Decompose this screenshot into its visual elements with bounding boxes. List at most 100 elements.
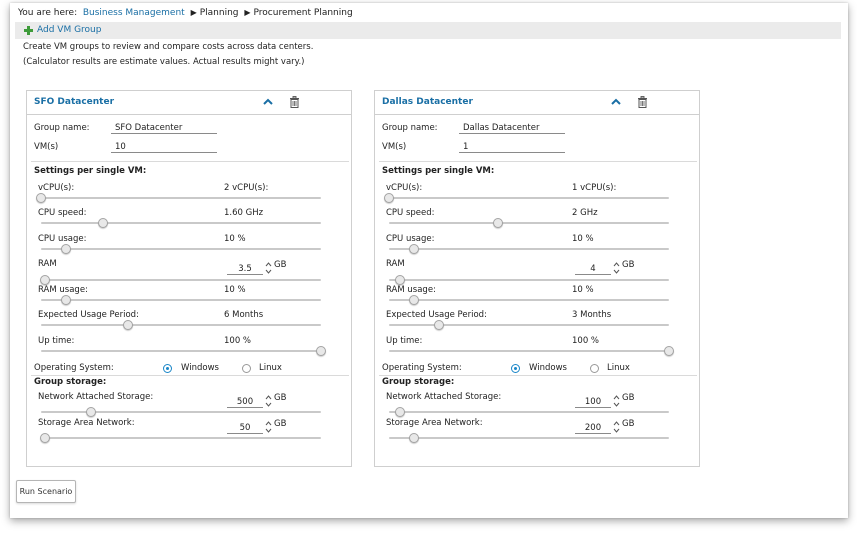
breadcrumb-item-planning[interactable]: Planning <box>200 8 239 18</box>
slider-thumb[interactable] <box>40 275 51 285</box>
up-time-label: Up time: <box>386 336 423 346</box>
slider-thumb[interactable] <box>36 193 46 203</box>
slider-thumb[interactable] <box>61 295 72 305</box>
breadcrumb-prefix: You are here: <box>18 8 78 18</box>
slider-thumb[interactable] <box>395 407 406 417</box>
breadcrumb: You are here: Business Management ▶ Plann… <box>18 8 353 18</box>
san-slider[interactable] <box>389 433 669 443</box>
vcpus-slider[interactable] <box>36 193 321 203</box>
slider-thumb[interactable] <box>434 320 445 330</box>
spinner-arrows-icon[interactable] <box>613 420 620 434</box>
slider-thumb[interactable] <box>61 244 72 254</box>
ram-usage-slider[interactable] <box>41 295 321 305</box>
nas-input[interactable] <box>227 396 263 408</box>
usage-period-value: 3 Months <box>572 310 612 320</box>
slider-thumb[interactable] <box>86 407 97 417</box>
slider-thumb[interactable] <box>409 433 420 443</box>
divider <box>31 375 349 376</box>
up-time-label: Up time: <box>38 336 75 346</box>
san-input[interactable] <box>575 422 611 434</box>
cpu-speed-label: CPU speed: <box>38 208 87 218</box>
nas-input[interactable] <box>575 396 611 408</box>
slider-thumb[interactable] <box>664 346 674 356</box>
vms-label: VM(s) <box>382 142 407 152</box>
vcpus-slider[interactable] <box>384 193 669 203</box>
os-windows-label[interactable]: Windows <box>529 363 567 373</box>
vms-input[interactable] <box>111 141 217 153</box>
group-name-input[interactable] <box>459 122 565 134</box>
os-windows-radio[interactable] <box>511 364 520 373</box>
ram-slider[interactable] <box>389 275 669 285</box>
san-label: Storage Area Network: <box>386 418 483 428</box>
up-time-value: 100 % <box>572 336 600 346</box>
os-windows-radio[interactable] <box>163 364 172 373</box>
collapse-chevron-up-icon[interactable] <box>262 96 274 108</box>
cpu-speed-value: 1.60 GHz <box>224 208 264 218</box>
trash-icon[interactable] <box>637 96 648 108</box>
san-unit: GB <box>622 419 635 429</box>
settings-section-title: Settings per single VM: <box>34 166 147 176</box>
os-linux-radio[interactable] <box>242 364 251 373</box>
os-linux-label[interactable]: Linux <box>607 363 630 373</box>
app-window: You are here: Business Management ▶ Plann… <box>10 3 848 518</box>
slider-thumb[interactable] <box>409 244 420 254</box>
san-input[interactable] <box>227 422 263 434</box>
slider-thumb[interactable] <box>409 295 420 305</box>
nas-unit: GB <box>274 393 287 403</box>
usage-period-slider[interactable] <box>41 320 321 330</box>
spinner-arrows-icon[interactable] <box>265 420 272 434</box>
spinner-arrows-icon[interactable] <box>613 261 620 275</box>
ram-usage-value: 10 % <box>572 285 594 295</box>
group-name-label: Group name: <box>34 123 90 133</box>
os-linux-label[interactable]: Linux <box>259 363 282 373</box>
spinner-arrows-icon[interactable] <box>613 394 620 408</box>
collapse-chevron-up-icon[interactable] <box>610 96 622 108</box>
os-windows-label[interactable]: Windows <box>181 363 219 373</box>
ram-input[interactable] <box>227 263 263 275</box>
nas-slider[interactable] <box>389 407 669 417</box>
spinner-arrows-icon[interactable] <box>265 261 272 275</box>
storage-section-title: Group storage: <box>34 377 107 387</box>
san-label: Storage Area Network: <box>38 418 135 428</box>
add-vm-group-label: Add VM Group <box>37 25 102 35</box>
ram-usage-slider[interactable] <box>389 295 669 305</box>
disclaimer-text: (Calculator results are estimate values.… <box>23 57 305 67</box>
divider <box>379 161 697 162</box>
trash-icon[interactable] <box>289 96 300 108</box>
slider-thumb[interactable] <box>40 433 51 443</box>
ram-label: RAM <box>386 259 405 269</box>
san-slider[interactable] <box>40 433 321 443</box>
ram-slider[interactable] <box>40 275 321 285</box>
slider-thumb[interactable] <box>122 320 133 330</box>
os-label: Operating System: <box>34 363 114 373</box>
breadcrumb-item-business-management[interactable]: Business Management <box>83 8 185 18</box>
cpu-usage-slider[interactable] <box>41 244 321 254</box>
usage-period-slider[interactable] <box>389 320 669 330</box>
slider-thumb[interactable] <box>97 218 108 228</box>
settings-section-title: Settings per single VM: <box>382 166 495 176</box>
cpu-speed-slider[interactable] <box>389 218 669 228</box>
os-linux-radio[interactable] <box>590 364 599 373</box>
up-time-slider[interactable] <box>41 346 326 356</box>
usage-period-label: Expected Usage Period: <box>386 310 487 320</box>
cpu-speed-slider[interactable] <box>41 218 321 228</box>
slider-thumb[interactable] <box>384 193 394 203</box>
vms-label: VM(s) <box>34 142 59 152</box>
cpu-usage-slider[interactable] <box>389 244 669 254</box>
run-scenario-button[interactable]: Run Scenario <box>16 480 76 503</box>
group-name-input[interactable] <box>111 122 217 134</box>
vms-input[interactable] <box>459 141 565 153</box>
ram-input[interactable] <box>575 263 611 275</box>
description-text: Create VM groups to review and compare c… <box>23 42 314 52</box>
spinner-arrows-icon[interactable] <box>265 394 272 408</box>
vm-group-card-2: Dallas Datacenter Group name: VM(s) Sett… <box>374 90 700 467</box>
nas-label: Network Attached Storage: <box>386 392 502 402</box>
card-title: Dallas Datacenter <box>382 97 473 107</box>
add-vm-group-button[interactable]: Add VM Group <box>24 25 101 35</box>
nas-slider[interactable] <box>41 407 321 417</box>
slider-thumb[interactable] <box>395 275 406 285</box>
slider-thumb[interactable] <box>493 218 504 228</box>
slider-thumb[interactable] <box>316 346 326 356</box>
breadcrumb-item-procurement-planning: Procurement Planning <box>253 8 353 18</box>
up-time-slider[interactable] <box>389 346 674 356</box>
